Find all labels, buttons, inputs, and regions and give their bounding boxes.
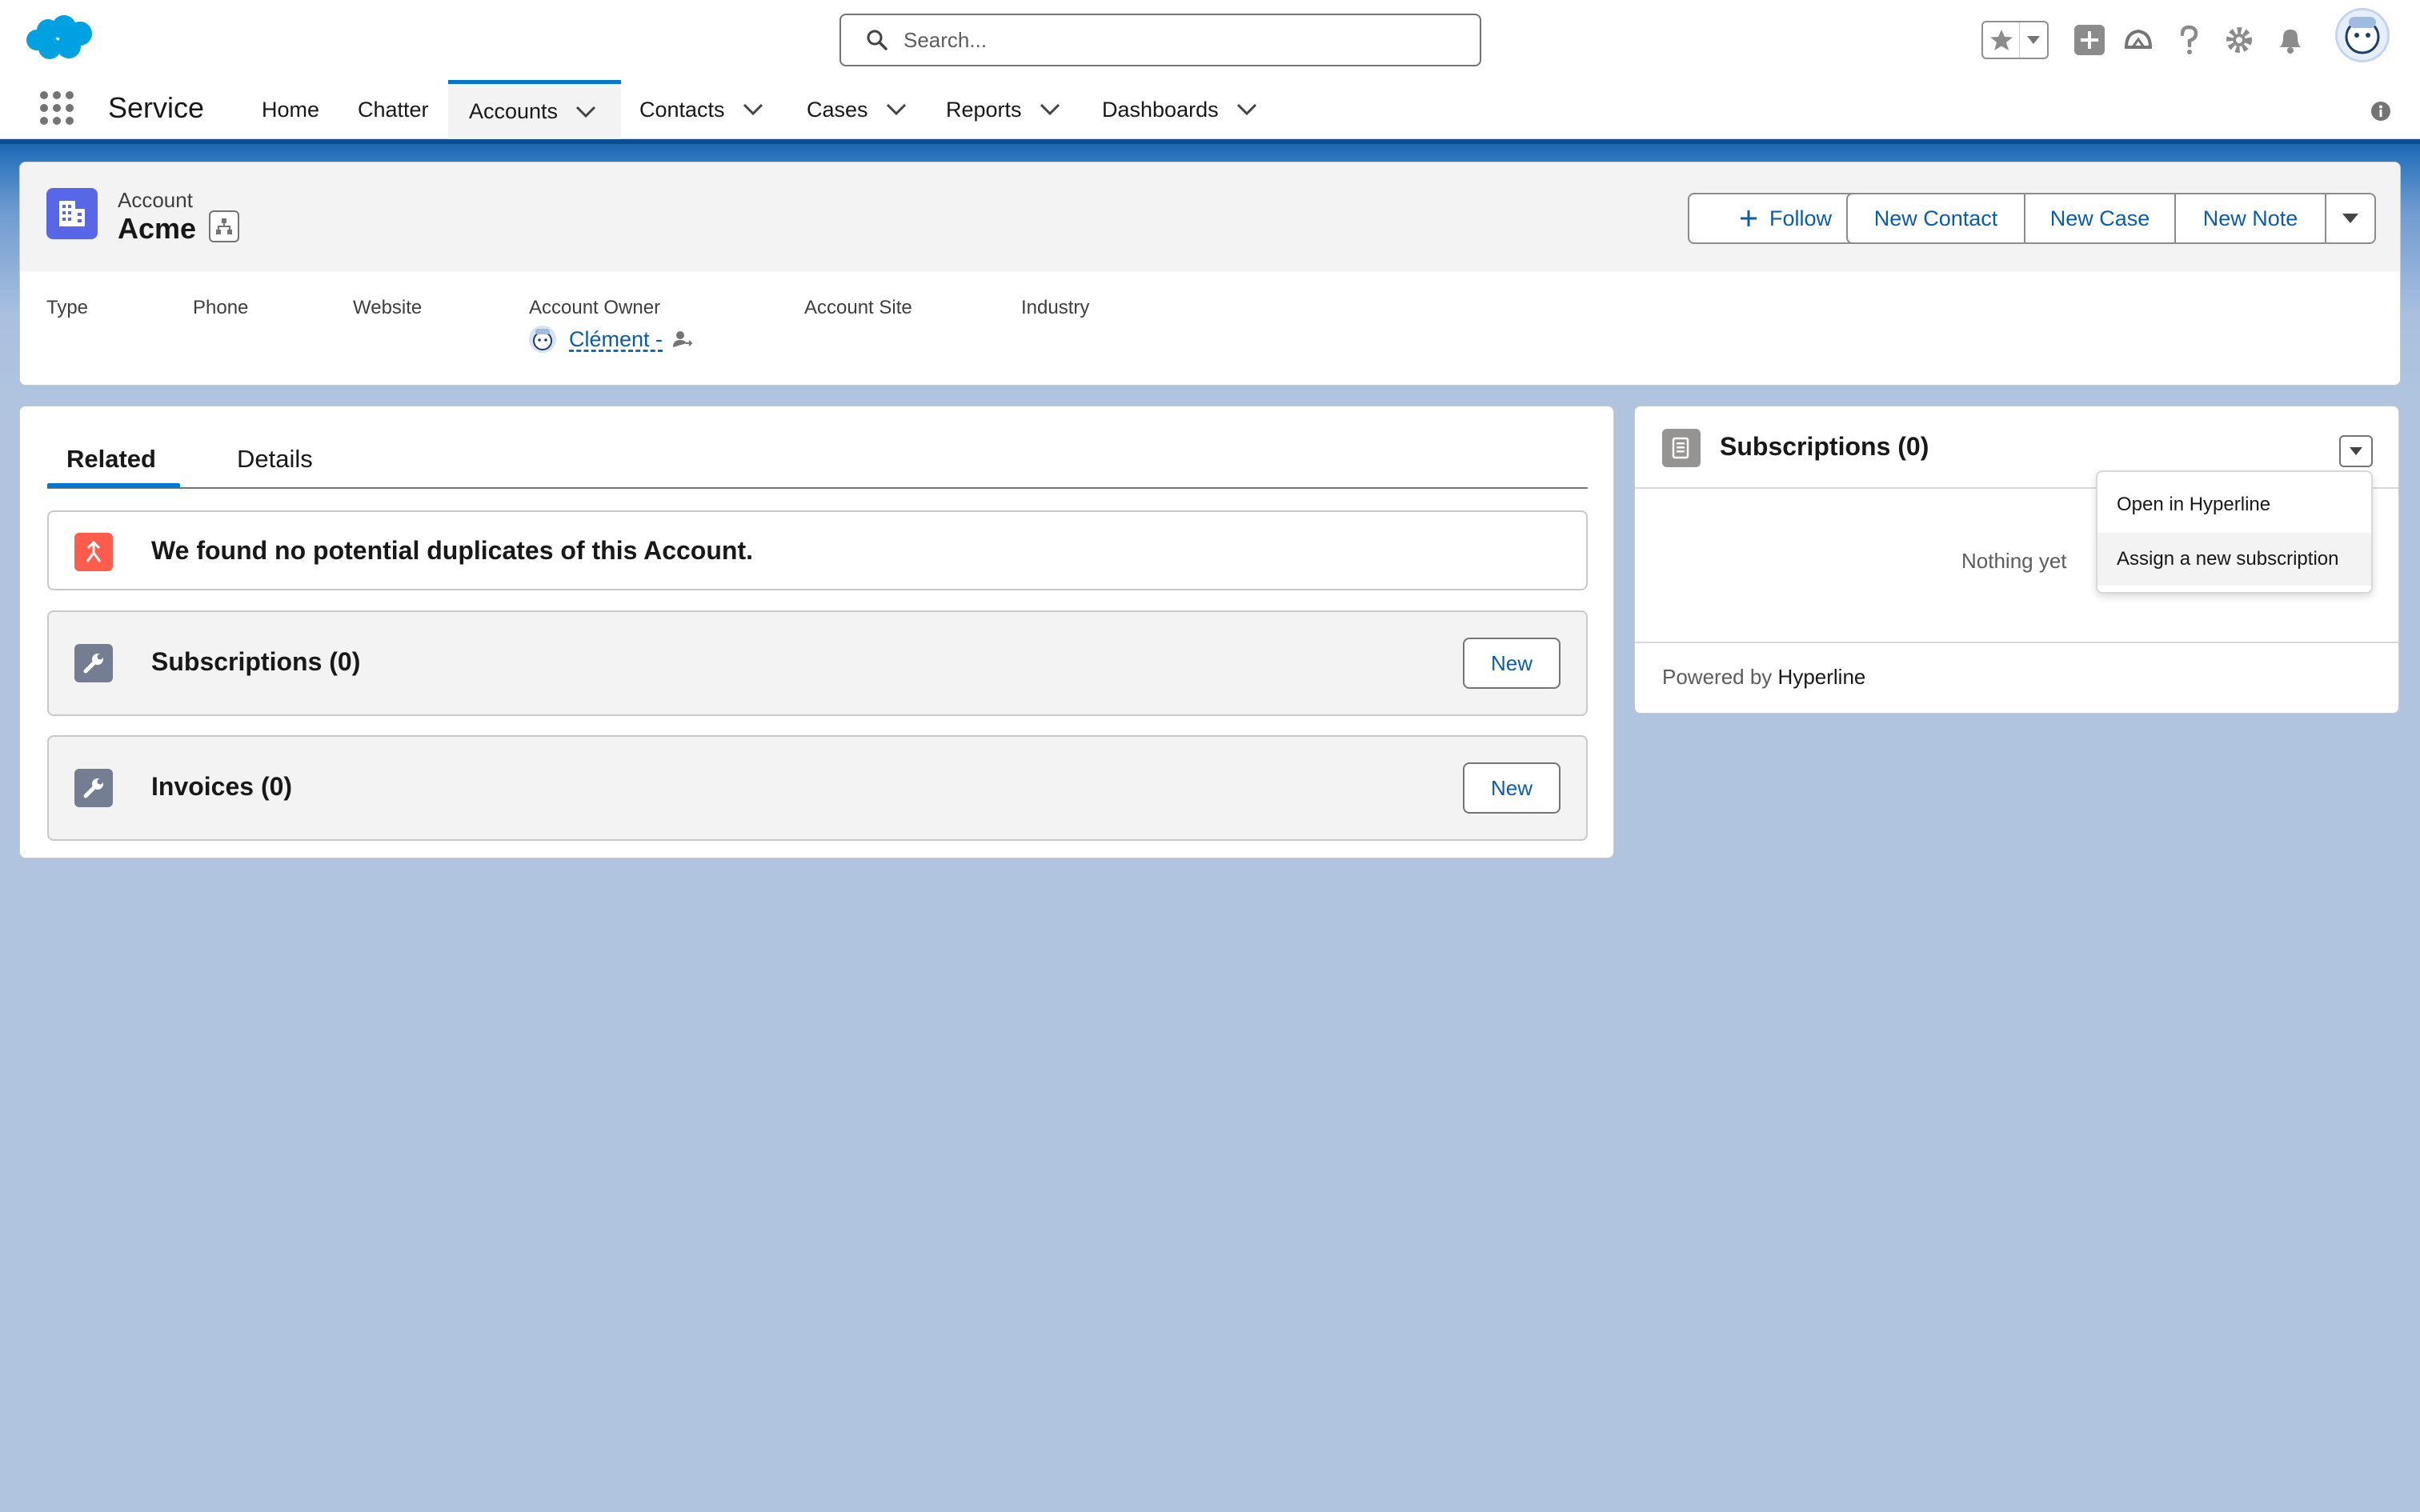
nav-item-accounts[interactable]: Accounts [448,80,621,139]
new-note-button[interactable]: New Note [2176,193,2326,244]
account-owner-value: Clément - [529,326,693,353]
nav-item-label: Chatter [358,97,429,122]
new-contact-button[interactable]: New Contact [1846,193,2025,244]
card-title: Subscriptions (0) [1720,432,1929,461]
document-icon [1662,429,1701,467]
duplicates-message: We found no potential duplicates of this… [151,536,753,565]
empty-state-text: Nothing yet [1961,549,2067,573]
global-header [0,0,2420,80]
related-tabs-card: Related Details We found no potential du… [19,406,1614,858]
new-note-label: New Note [2202,206,2298,230]
nav-item-label: Home [262,97,320,122]
record-highlights-panel: Account Acme Follow New Contact New Case… [19,162,2401,386]
wrench-icon [74,644,113,682]
nav-item-label: Reports [946,97,1022,122]
account-owner-link[interactable]: Clément - [569,327,663,352]
chevron-down-icon[interactable] [575,106,596,118]
setup-gear-icon[interactable] [2222,22,2257,58]
nav-item-chatter[interactable]: Chatter [358,80,429,139]
nav-item-dashboards[interactable]: Dashboards [1102,80,1257,139]
view-hierarchy-button[interactable] [209,210,239,242]
nav-item-label: Dashboards [1102,97,1219,122]
menu-item-assign-subscription[interactable]: Assign a new subscription [2097,533,2371,586]
trailhead-icon[interactable] [2121,22,2156,58]
field-industry-label: Industry [1021,297,1090,318]
page-header-stripe [0,139,2420,144]
object-type-label: Account [118,188,193,212]
salesforce-logo[interactable] [24,13,96,64]
hierarchy-icon [216,218,232,234]
tab-related[interactable]: Related [66,445,156,474]
new-case-label: New Case [2049,206,2150,230]
help-icon[interactable] [2171,22,2206,58]
global-search[interactable] [839,14,1481,66]
field-account-owner-label: Account Owner [529,297,661,318]
field-type-label: Type [46,297,89,318]
merge-icon [74,533,113,571]
app-launcher-icon[interactable] [38,90,75,126]
nav-item-label: Contacts [639,97,725,122]
card-menu-button[interactable] [2339,435,2373,467]
record-actions-group: New Contact New Case New Note [1846,193,2376,244]
more-actions-button[interactable] [2326,193,2376,244]
plus-icon [1740,210,1757,226]
duplicate-check-card: We found no potential duplicates of this… [47,510,1588,590]
nav-item-label: Accounts [469,99,559,123]
change-owner-icon[interactable] [671,328,693,350]
record-title: Acme [118,212,197,245]
nav-item-reports[interactable]: Reports [946,80,1060,139]
menu-item-open-in-hyperline[interactable]: Open in Hyperline [2097,478,2371,531]
owner-avatar [529,326,556,353]
app-name: Service [108,91,205,124]
chevron-down-icon[interactable] [1040,103,1060,116]
field-phone-label: Phone [193,297,249,318]
new-invoice-button[interactable]: New [1463,762,1561,814]
tab-bar-divider [47,487,1588,489]
global-actions-plus-icon[interactable] [2072,22,2107,58]
new-subscription-button[interactable]: New [1463,638,1561,689]
related-list-title[interactable]: Subscriptions (0) [151,647,360,677]
info-icon[interactable] [2370,101,2391,122]
powered-by-prefix: Powered by [1662,665,1773,689]
powered-by: Powered by Hyperline [1662,665,1865,690]
nav-item-contacts[interactable]: Contacts [639,80,763,139]
nav-item-home[interactable]: Home [262,80,319,139]
chevron-down-icon[interactable] [1236,103,1257,116]
related-list-subscriptions: Subscriptions (0) New [47,610,1588,716]
user-avatar[interactable] [2335,8,2390,62]
wrench-icon [74,769,113,807]
new-contact-label: New Contact [1873,206,1998,230]
field-account-site-label: Account Site [804,297,912,318]
related-list-title[interactable]: Invoices (0) [151,772,292,802]
tab-details[interactable]: Details [237,445,313,474]
search-icon [867,30,887,50]
field-website-label: Website [353,297,423,318]
favorites-star-icon[interactable] [1983,22,2020,58]
favorites-dropdown-icon[interactable] [2020,22,2047,58]
powered-by-brand: Hyperline [1777,665,1866,689]
nav-item-label: Cases [807,97,868,122]
active-tab-indicator [47,483,180,488]
chevron-down-icon[interactable] [743,103,763,116]
chevron-down-icon[interactable] [886,103,907,116]
follow-label: Follow [1769,206,1833,230]
app-nav-bar: Service Home Chatter Accounts Contacts C… [0,80,2420,139]
card-actions-menu: Open in Hyperline Assign a new subscript… [2096,470,2373,594]
search-input[interactable] [903,27,1448,53]
chevron-down-icon [2342,214,2358,223]
nav-item-cases[interactable]: Cases [807,80,907,139]
new-case-button[interactable]: New Case [2025,193,2176,244]
favorites-group [1981,21,2049,59]
notifications-bell-icon[interactable] [2273,22,2308,58]
chevron-down-icon [2350,447,2362,455]
salesforce-app: Service Home Chatter Accounts Contacts C… [0,0,2420,1512]
related-list-invoices: Invoices (0) New [47,735,1588,841]
divider [1635,642,2398,643]
account-icon [46,188,98,239]
